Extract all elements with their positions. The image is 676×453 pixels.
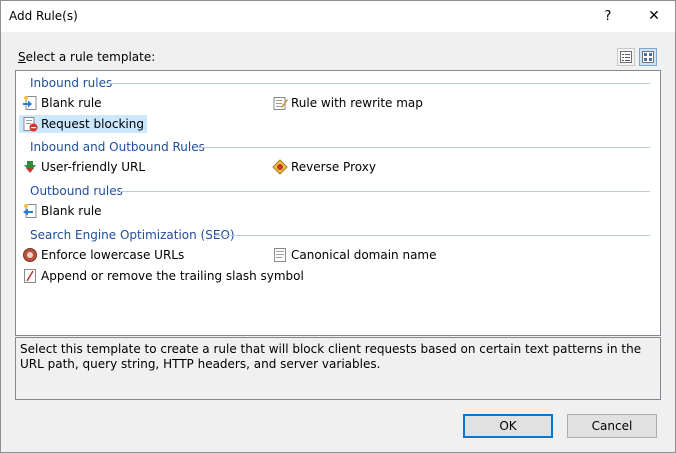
template-label: Append or remove the trailing slash symb… xyxy=(41,269,304,283)
template-label: Enforce lowercase URLs xyxy=(41,248,185,262)
details-view-icon xyxy=(620,51,632,63)
template-label: Canonical domain name xyxy=(291,248,437,262)
rule-template-list[interactable]: Inbound rules Blank rule Rule with rewri… xyxy=(15,70,661,336)
group-divider xyxy=(120,191,650,192)
close-button[interactable]: ✕ xyxy=(641,1,667,32)
add-rules-dialog: Add Rule(s) ? ✕ Select a rule template: … xyxy=(0,0,676,453)
template-label: Blank rule xyxy=(41,204,102,218)
group-divider xyxy=(214,235,650,236)
template-label: Rule with rewrite map xyxy=(291,96,423,110)
lowercase-urls-icon xyxy=(22,247,38,263)
group-outbound-rules: Outbound rules xyxy=(30,184,123,198)
template-reverse-proxy[interactable]: Reverse Proxy xyxy=(272,158,376,176)
canonical-domain-icon xyxy=(272,247,288,263)
group-divider xyxy=(196,147,650,148)
group-divider xyxy=(108,83,650,84)
tile-view-button[interactable] xyxy=(639,48,657,66)
select-template-label: Select a rule template: xyxy=(18,50,156,64)
template-user-friendly-url[interactable]: User-friendly URL xyxy=(22,158,145,176)
template-label: Reverse Proxy xyxy=(291,160,376,174)
tile-view-icon xyxy=(642,51,654,63)
details-view-button[interactable] xyxy=(617,48,635,66)
template-description: Select this template to create a rule th… xyxy=(15,337,661,400)
request-blocking-icon xyxy=(22,116,38,132)
accelerator-key: S xyxy=(18,50,26,64)
template-label: Request blocking xyxy=(41,117,144,131)
ok-button[interactable]: OK xyxy=(463,414,553,438)
template-rule-with-rewrite-map[interactable]: Rule with rewrite map xyxy=(272,94,423,112)
user-friendly-url-icon xyxy=(22,159,38,175)
cancel-button[interactable]: Cancel xyxy=(567,414,657,438)
rewrite-map-icon xyxy=(272,95,288,111)
group-seo: Search Engine Optimization (SEO) xyxy=(30,228,235,242)
trailing-slash-icon xyxy=(22,268,38,284)
template-label: Blank rule xyxy=(41,96,102,110)
template-enforce-lowercase-urls[interactable]: Enforce lowercase URLs xyxy=(22,246,184,264)
dialog-title: Add Rule(s) xyxy=(9,9,78,23)
group-inbound-rules: Inbound rules xyxy=(30,76,113,90)
template-blank-rule-outbound[interactable]: Blank rule xyxy=(22,202,102,220)
template-label: User-friendly URL xyxy=(41,160,146,174)
blank-inbound-rule-icon xyxy=(22,95,38,111)
template-blank-rule-inbound[interactable]: Blank rule xyxy=(22,94,102,112)
blank-outbound-rule-icon xyxy=(22,203,38,219)
help-button[interactable]: ? xyxy=(597,1,619,32)
title-bar: Add Rule(s) ? ✕ xyxy=(1,1,675,32)
group-inbound-and-outbound-rules: Inbound and Outbound Rules xyxy=(30,140,205,154)
template-request-blocking[interactable]: Request blocking xyxy=(19,115,147,133)
template-trailing-slash[interactable]: Append or remove the trailing slash symb… xyxy=(22,267,304,285)
reverse-proxy-icon xyxy=(272,159,288,175)
template-canonical-domain-name[interactable]: Canonical domain name xyxy=(272,246,437,264)
